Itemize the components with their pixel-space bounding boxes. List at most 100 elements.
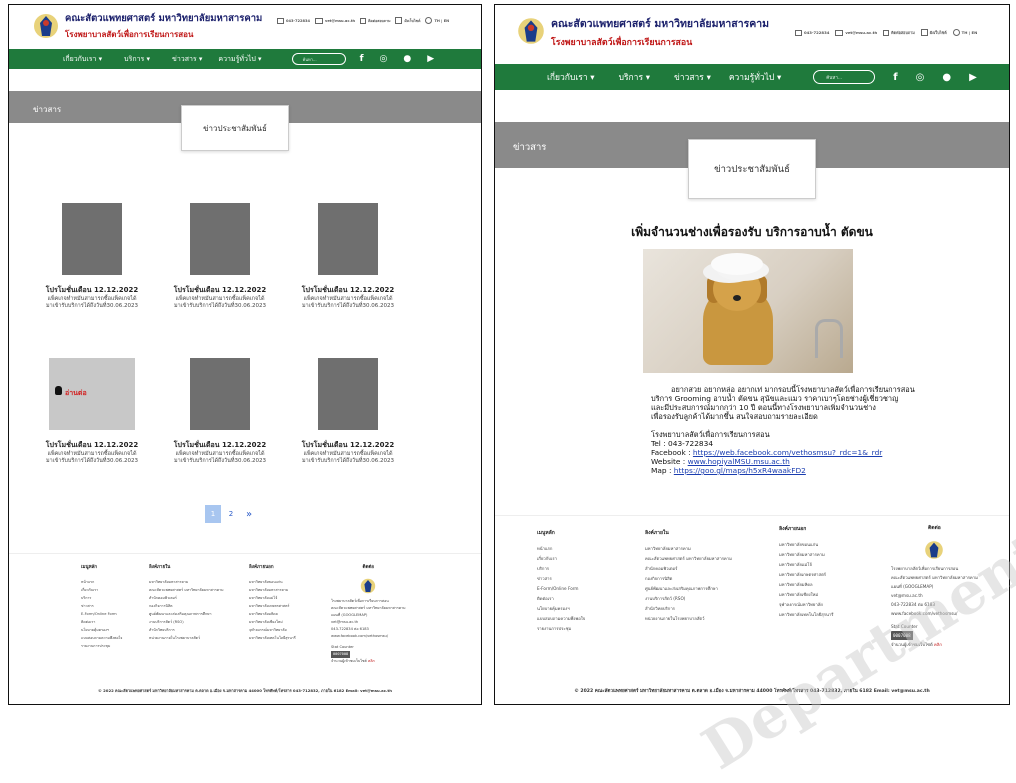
news-card[interactable]: โปรโมชั่นเดือน 12.12.2022 แพ็คเกจทำหมันส…	[295, 203, 401, 310]
facebook-icon[interactable]: f	[893, 72, 897, 83]
facebook-link[interactable]: www.facebook.com/vethosmsu/	[331, 633, 406, 640]
news-title[interactable]: โปรโมชั่นเดือน 12.12.2022	[295, 285, 401, 296]
email-link[interactable]: vet@msu.ac.th	[331, 619, 406, 626]
news-title[interactable]: โปรโมชั่นเดือน 12.12.2022	[39, 285, 145, 296]
footer-link[interactable]: สำนักคอมพิวเตอร์	[645, 564, 732, 574]
site-brand[interactable]: คณะสัตวแพทยศาสตร์ มหาวิทยาลัยมหาสารคาม โ…	[33, 11, 262, 41]
footer-link[interactable]: มหาวิทยาลัยมหิดล	[249, 610, 296, 618]
nav-services[interactable]: บริการ ▾	[619, 70, 650, 84]
sitemap-link[interactable]: ผังเว็บไซต์	[395, 17, 420, 24]
phone-link[interactable]: 043-722834	[795, 29, 829, 36]
footer-link[interactable]: ติดต่อเรา	[81, 618, 122, 626]
nav-about[interactable]: เกี่ยวกับเรา ▾	[547, 70, 595, 84]
instagram-icon[interactable]: ◎	[916, 72, 925, 83]
footer-link[interactable]: มหาวิทยาลัยเชียงใหม่	[249, 618, 296, 626]
news-thumbnail-hover[interactable]: อ่านต่อ	[49, 358, 135, 430]
footer-link[interactable]: มหาวิทยาลัยมหาสารคาม	[645, 544, 732, 554]
news-thumbnail[interactable]	[318, 358, 378, 430]
footer-link[interactable]: บริการ	[81, 594, 122, 602]
footer-link[interactable]: นโยบายคุ้มครองฯ	[537, 604, 585, 614]
footer-link[interactable]: เกี่ยวกับเรา	[537, 554, 585, 564]
footer-link[interactable]: กองกิจการนิสิต	[149, 602, 224, 610]
footer-link[interactable]: สำนักคอมพิวเตอร์	[149, 594, 224, 602]
sitemap-link[interactable]: ผังเว็บไซต์	[920, 29, 947, 36]
phone-link[interactable]: 043-722834 ต่อ 6183	[891, 600, 978, 609]
news-card[interactable]: โปรโมชั่นเดือน 12.12.2022 แพ็คเกจทำหมันส…	[167, 203, 273, 310]
footer-link[interactable]: กองกิจการนิสิต	[645, 574, 732, 584]
footer-link[interactable]: จุฬาลงกรณ์มหาวิทยาลัย	[249, 626, 296, 634]
facebook-icon[interactable]: f	[360, 54, 364, 64]
news-thumbnail[interactable]	[190, 203, 250, 275]
nav-news[interactable]: ข่าวสาร ▾	[674, 70, 711, 84]
read-more-link[interactable]: อ่านต่อ	[65, 388, 87, 399]
visit-link[interactable]: คลิก	[934, 642, 942, 647]
search-input[interactable]: ค้นหา...	[813, 70, 876, 84]
news-title[interactable]: โปรโมชั่นเดือน 12.12.2022	[167, 285, 273, 296]
site-brand[interactable]: คณะสัตวแพทยศาสตร์ มหาวิทยาลัยมหาสารคาม โ…	[517, 15, 769, 49]
footer-link[interactable]: งานบริการสัตว์ (RSO)	[645, 594, 732, 604]
footer-link[interactable]: มหาวิทยาลัยมหิดล	[779, 580, 833, 590]
footer-link[interactable]: มหาวิทยาลัยขอนแก่น	[779, 540, 833, 550]
footer-link[interactable]: เกี่ยวกับเรา	[81, 586, 122, 594]
footer-link[interactable]: มหาวิทยาลัยเชียงใหม่	[779, 590, 833, 600]
footer-link[interactable]: มหาวิทยาลัยขอนแก่น	[249, 578, 296, 586]
footer-link[interactable]: มหาวิทยาลัยมหาสารคาม	[249, 586, 296, 594]
news-title[interactable]: โปรโมชั่นเดือน 12.12.2022	[167, 440, 273, 451]
news-thumbnail[interactable]	[318, 203, 378, 275]
map-link[interactable]: แผนที่ (GOOGLEMAP)	[331, 612, 406, 619]
visit-link[interactable]: คลิก	[368, 659, 375, 663]
footer-link[interactable]: สำนักวิทยบริการ	[149, 626, 224, 634]
footer-link[interactable]: นโยบายคุ้มครองฯ	[81, 626, 122, 634]
news-thumbnail[interactable]	[190, 358, 250, 430]
website-link[interactable]: www.hopiyalMSU.msu.ac.th	[688, 457, 790, 466]
phone-link[interactable]: 043-722834 ต่อ 6183	[331, 626, 406, 633]
footer-link[interactable]: มหาวิทยาลัยมหาสารคาม	[149, 578, 224, 586]
footer-link[interactable]: ข่าวสาร	[537, 574, 585, 584]
email-link[interactable]: vet@msu.ac.th	[891, 591, 978, 600]
search-input[interactable]: ค้นหา...	[291, 53, 346, 65]
footer-link[interactable]: ศูนย์พัฒนาและส่งเสริมคุณภาพการศึกษา	[149, 610, 224, 618]
footer-link[interactable]: สำนักวิทยบริการ	[645, 604, 732, 614]
footer-link[interactable]: หน้าแรก	[537, 544, 585, 554]
next-page-button[interactable]: »	[241, 505, 257, 523]
footer-link[interactable]: มหาวิทยาลัยเทคโนโลยีสุรนารี	[779, 610, 833, 620]
language-switch[interactable]: TH | EN	[952, 29, 977, 36]
footer-link[interactable]: งานบริการสัตว์ (RSO)	[149, 618, 224, 626]
news-card[interactable]: โปรโมชั่นเดือน 12.12.2022 แพ็คเกจทำหมันส…	[39, 203, 145, 310]
language-switch[interactable]: TH | EN	[425, 17, 449, 24]
nav-about[interactable]: เกี่ยวกับเรา ▾	[63, 54, 102, 65]
news-card[interactable]: อ่านต่อ โปรโมชั่นเดือน 12.12.2022 แพ็คเก…	[39, 358, 145, 465]
news-title[interactable]: โปรโมชั่นเดือน 12.12.2022	[39, 440, 145, 451]
nav-knowledge[interactable]: ความรู้ทั่วไป ▾	[218, 54, 261, 65]
footer-link[interactable]: หน่วยงานภายในโรงพยาบาลสัตว์	[645, 614, 732, 624]
news-thumbnail[interactable]	[62, 203, 122, 275]
news-title[interactable]: โปรโมชั่นเดือน 12.12.2022	[295, 440, 401, 451]
footer-link[interactable]: มหาวิทยาลัยแม่โจ้	[249, 594, 296, 602]
news-card[interactable]: โปรโมชั่นเดือน 12.12.2022 แพ็คเกจทำหมันส…	[295, 358, 401, 465]
footer-link[interactable]: มหาวิทยาลัยเทคโนโลยีสุรนารี	[249, 634, 296, 642]
footer-link[interactable]: คณะสัตวแพทยศาสตร์ มหาวิทยาลัยมหาสารคาม	[149, 586, 224, 594]
news-card[interactable]: โปรโมชั่นเดือน 12.12.2022 แพ็คเกจทำหมันส…	[167, 358, 273, 465]
nav-knowledge[interactable]: ความรู้ทั่วไป ▾	[729, 70, 781, 84]
footer-link[interactable]: รายงานการประชุม	[537, 624, 585, 634]
page-1-button[interactable]: 1	[205, 505, 221, 523]
footer-link[interactable]: หน่วยงานภายในโรงพยาบาลสัตว์	[149, 634, 224, 642]
line-icon[interactable]: ●	[403, 54, 411, 64]
footer-link[interactable]: มหาวิทยาลัยแม่โจ้	[779, 560, 833, 570]
footer-link[interactable]: ติดต่อเรา	[537, 594, 585, 604]
contact-link[interactable]: ติดต่อสอบถาม	[883, 29, 915, 36]
footer-link[interactable]: มหาวิทยาลัยมหาสารคาม	[779, 550, 833, 560]
email-link[interactable]: vet@msu.ac.th	[835, 29, 877, 36]
footer-link[interactable]: ข่าวสาร	[81, 602, 122, 610]
footer-link[interactable]: แบบสอบถามความพึงพอใจ	[81, 634, 122, 642]
youtube-icon[interactable]: ▶	[969, 72, 977, 83]
footer-link[interactable]: คณะสัตวแพทยศาสตร์ มหาวิทยาลัยมหาสารคาม	[645, 554, 732, 564]
youtube-icon[interactable]: ▶	[427, 54, 434, 64]
line-icon[interactable]: ●	[942, 72, 951, 83]
phone-link[interactable]: 043-722834	[277, 17, 310, 24]
instagram-icon[interactable]: ◎	[380, 54, 388, 64]
footer-link[interactable]: จุฬาลงกรณ์มหาวิทยาลัย	[779, 600, 833, 610]
footer-link[interactable]: รายงานการประชุม	[81, 642, 122, 650]
footer-link[interactable]: หน้าแรก	[81, 578, 122, 586]
nav-news[interactable]: ข่าวสาร ▾	[172, 54, 202, 65]
